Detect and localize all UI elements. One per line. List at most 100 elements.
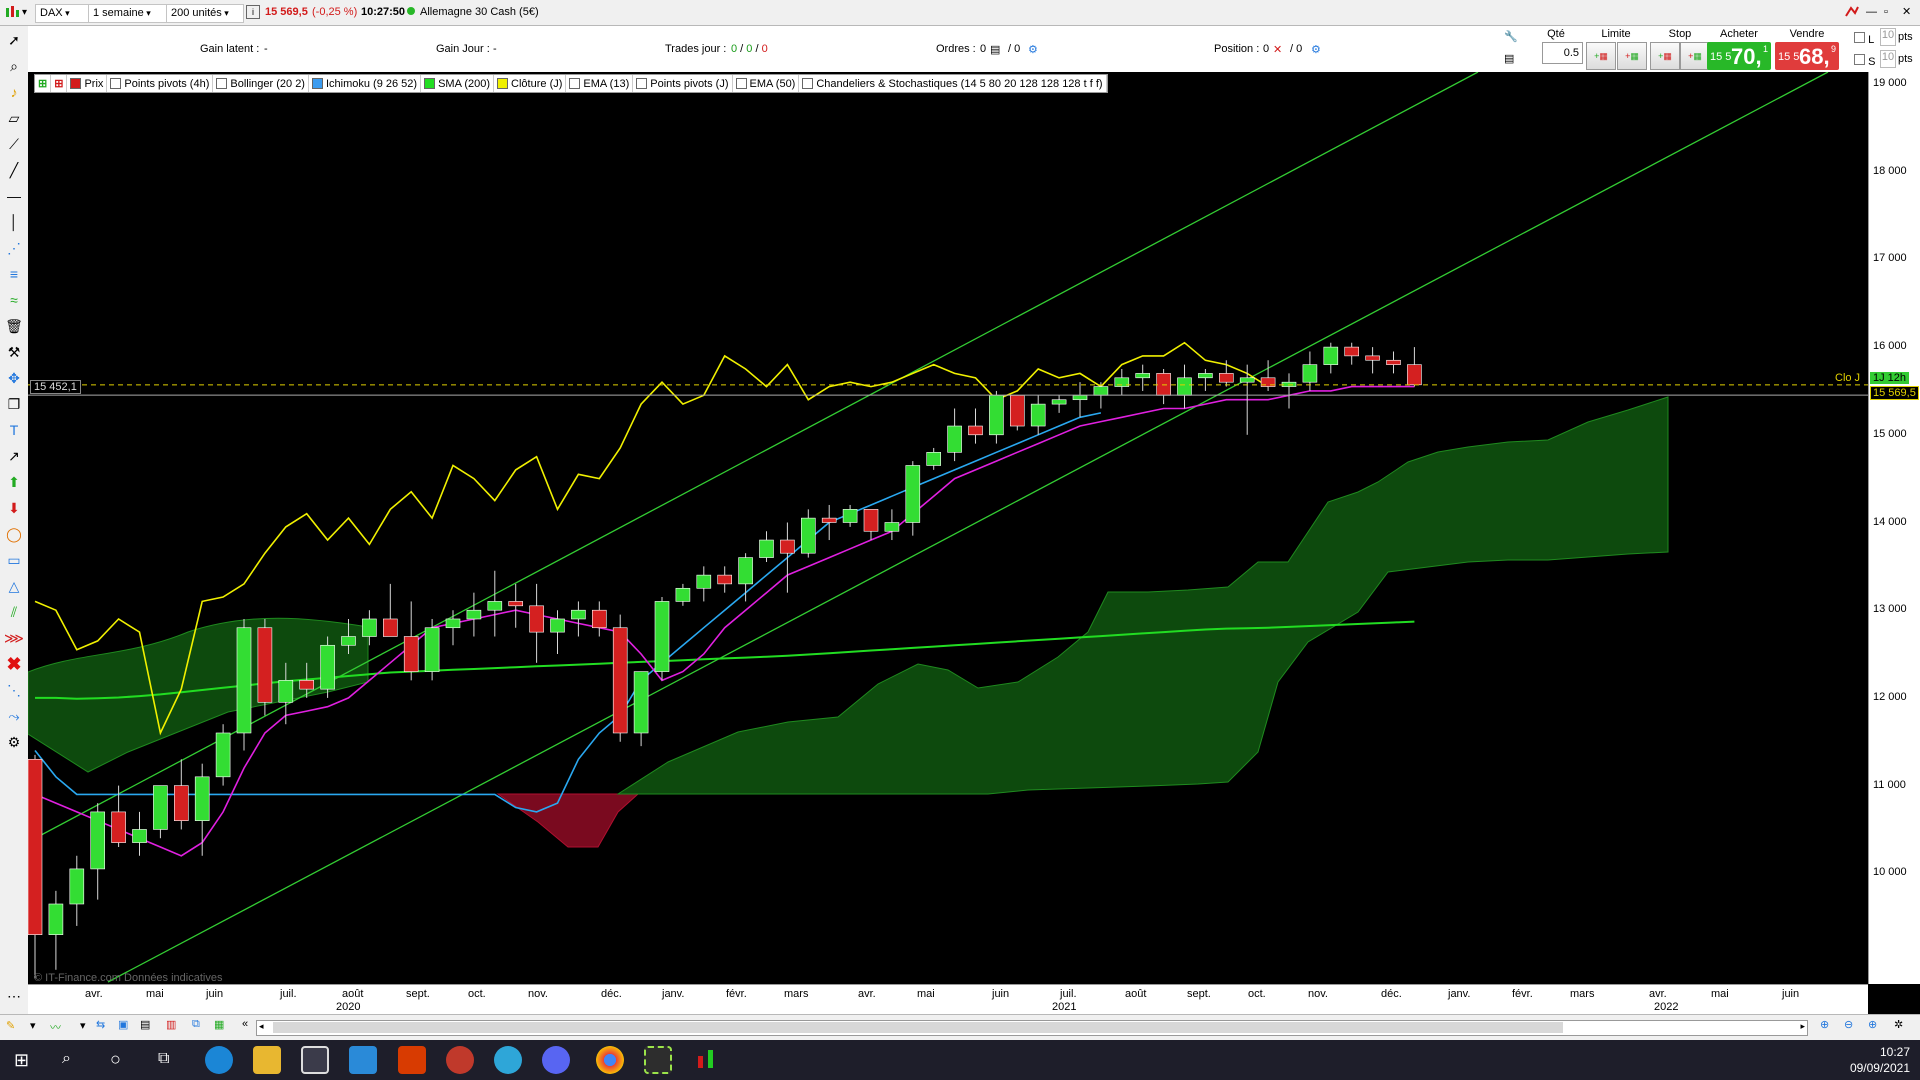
time-axis[interactable]: avr. mai juin juil. août sept. oct. nov. déc. jan… [28, 984, 1868, 1015]
close-icon[interactable]: ✕ [1902, 4, 1911, 21]
indicator-swatch[interactable] [110, 78, 122, 89]
order-book-icon[interactable]: ▤ [1504, 52, 1514, 65]
window-icon[interactable]: ⧉ [192, 1018, 200, 1031]
comment-icon[interactable]: ▣ [118, 1018, 128, 1031]
windows-start-icon[interactable]: ⊞ [14, 1050, 29, 1071]
regression-icon[interactable]: ⋙ [4, 628, 24, 648]
position-settings-icon[interactable]: ⚙ [1311, 43, 1321, 56]
telegram-icon[interactable] [494, 1046, 522, 1074]
sell-button[interactable]: 15 5 68, 9 [1775, 42, 1839, 70]
magnet-icon[interactable]: ⚒ [4, 342, 24, 362]
ruler-icon[interactable]: ▱ [4, 108, 24, 128]
chrome-icon[interactable] [596, 1046, 624, 1074]
limite-buy-button[interactable]: +▦ [1586, 42, 1616, 70]
indicator-icon[interactable]: 〰 [50, 1019, 61, 1035]
stop-sell-button[interactable]: +▦ [1680, 42, 1710, 70]
zoom-icon[interactable]: ⌕ [4, 56, 24, 76]
qte-input[interactable]: 0.5 [1542, 42, 1583, 64]
pitchfork-icon[interactable]: ⤳ [4, 706, 24, 726]
recorder-icon[interactable] [446, 1046, 474, 1074]
horizontal-line-icon[interactable]: — [4, 186, 24, 206]
scroll-right-icon[interactable]: ▸ [1800, 1021, 1805, 1032]
indicator-3[interactable]: Ichimoku (9 26 52) [309, 75, 422, 92]
indicator-1[interactable]: Points pivots (4h) [107, 75, 214, 92]
chart-settings-icon[interactable]: ✲ [1894, 1018, 1903, 1031]
up-arrow-icon[interactable]: ⬆ [4, 472, 24, 492]
units-select[interactable]: 200 unités [166, 4, 244, 23]
move-icon[interactable]: ✥ [4, 368, 24, 388]
copy-icon[interactable]: ❐ [4, 394, 24, 414]
indicator-swatch[interactable] [311, 78, 323, 89]
discord-icon[interactable] [542, 1046, 570, 1074]
system-clock[interactable]: 10:27 09/09/2021 [1850, 1044, 1910, 1076]
indicator-0[interactable]: Prix [67, 75, 108, 92]
indicator-swatch[interactable] [802, 78, 814, 89]
indicator-swatch[interactable] [497, 78, 509, 89]
indicator-swatch[interactable] [636, 78, 648, 89]
indicator-swatch[interactable] [216, 78, 228, 89]
triangle-icon[interactable]: △ [4, 576, 24, 596]
store-icon[interactable] [301, 1046, 329, 1074]
trading-app-icon[interactable] [692, 1046, 720, 1074]
indicator-7[interactable]: Points pivots (J) [633, 75, 733, 92]
snipping-icon[interactable] [644, 1046, 672, 1074]
rectangle-icon[interactable]: ▭ [4, 550, 24, 570]
trash-icon[interactable]: 🗑 [4, 316, 24, 336]
indicator-dropdown-icon[interactable]: ▾ [80, 1019, 86, 1032]
fibo-fan-icon[interactable]: ≡ [4, 264, 24, 284]
zoom-in-icon[interactable]: ⊕ [1868, 1018, 1877, 1031]
time-scrollbar[interactable]: ◂ ▸ [256, 1020, 1808, 1036]
indicator-5[interactable]: Clôture (J) [494, 75, 567, 92]
settings-icon[interactable]: ⚙ [4, 732, 24, 752]
file-explorer-icon[interactable] [253, 1046, 281, 1074]
office-icon[interactable] [398, 1046, 426, 1074]
limit-checkbox[interactable]: L [1854, 32, 1874, 46]
cortana-icon[interactable]: ○ [110, 1049, 121, 1070]
ordres-icon[interactable]: ▤ [990, 43, 1000, 56]
alert-bell-icon[interactable]: ♪ [4, 82, 24, 102]
indicator-swatch[interactable] [735, 78, 747, 89]
indicator-4[interactable]: SMA (200) [421, 75, 495, 92]
more-tools-icon[interactable]: ⋯ [4, 986, 24, 1006]
pencil-dropdown-icon[interactable]: ▾ [30, 1019, 36, 1032]
edge-icon[interactable] [205, 1046, 233, 1074]
indicator-9[interactable]: Chandeliers & Stochastiques (14 5 80 20 … [799, 75, 1107, 92]
grid-icon[interactable]: ▦ [214, 1018, 224, 1031]
down-arrow-icon[interactable]: ⬇ [4, 498, 24, 518]
line-icon[interactable]: ╱ [4, 160, 24, 180]
trend-icon[interactable]: ≈ [4, 290, 24, 310]
indicator-8[interactable]: EMA (50) [733, 75, 800, 92]
fibonacci-icon[interactable]: ⋰ [4, 238, 24, 258]
stop-pts-input[interactable]: 10 [1880, 50, 1896, 68]
price-axis[interactable]: 19 000 18 000 17 000 16 000 15 000 14 000 13 0… [1868, 72, 1920, 984]
add-indicator-icon[interactable]: ⊞ [35, 75, 52, 92]
stop-checkbox[interactable]: S [1854, 54, 1875, 68]
layout-icon[interactable]: ▤ [140, 1018, 150, 1031]
ordres-settings-icon[interactable]: ⚙ [1028, 43, 1038, 56]
arrow-icon[interactable]: ↗ [4, 446, 24, 466]
vertical-line-icon[interactable]: │ [4, 212, 24, 232]
fibo-time-icon[interactable]: ⋱ [4, 680, 24, 700]
mail-icon[interactable] [349, 1046, 377, 1074]
segment-icon[interactable]: ⟋ [4, 134, 24, 154]
indicator-swatch[interactable] [70, 78, 82, 89]
scroll-thumb[interactable] [273, 1022, 1563, 1033]
limit-pts-input[interactable]: 10 [1880, 28, 1896, 46]
indicator-swatch[interactable] [424, 78, 436, 89]
share-icon[interactable]: ⇆ [96, 1018, 105, 1031]
minimize-icon[interactable]: — [1866, 4, 1877, 21]
text-icon[interactable]: T [4, 420, 24, 440]
search-icon[interactable]: ⌕ [62, 1050, 71, 1068]
indicator-2[interactable]: Bollinger (20 2) [213, 75, 309, 92]
position-close-icon[interactable]: ✕ [1273, 43, 1282, 56]
channel-icon[interactable]: ⫽ [4, 602, 24, 622]
compare-icon[interactable]: ▥ [166, 1018, 176, 1031]
symbol-select[interactable]: DAX [35, 4, 91, 23]
zoom-out-icon[interactable]: ⊖ [1844, 1018, 1853, 1031]
indicator-6[interactable]: EMA (13) [566, 75, 634, 92]
stop-buy-button[interactable]: +▦ [1650, 42, 1680, 70]
cursor-icon[interactable]: ➚ [4, 30, 24, 50]
ellipse-icon[interactable]: ◯ [4, 524, 24, 544]
chart-type-dropdown-icon[interactable]: ▾ [22, 4, 27, 21]
scroll-left-icon[interactable]: ◂ [259, 1021, 264, 1032]
